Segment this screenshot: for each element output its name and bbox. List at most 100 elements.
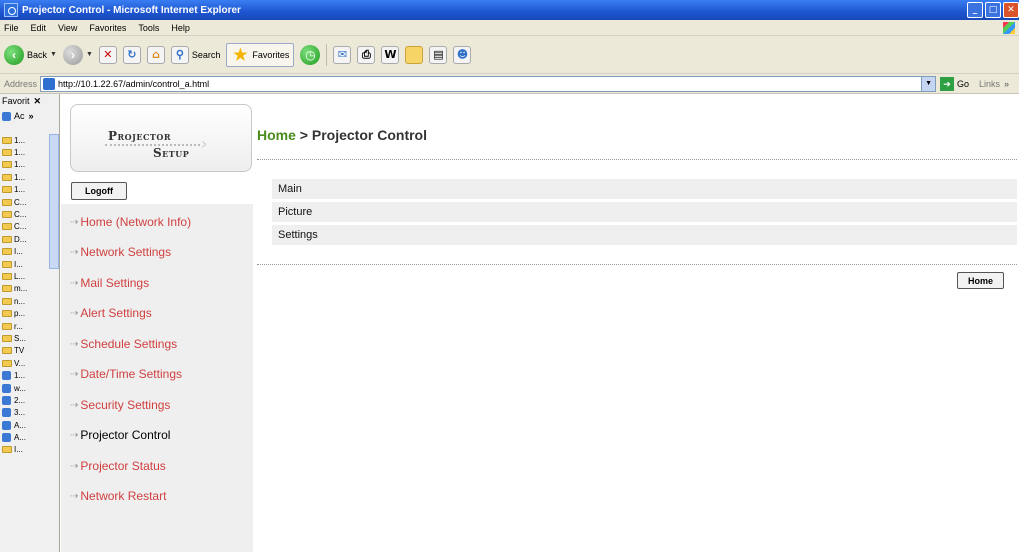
address-dropdown-icon[interactable]: ▼ — [921, 76, 936, 91]
go-button[interactable]: ➔ Go — [940, 76, 969, 91]
list-item[interactable]: TV — [0, 345, 60, 357]
links-button[interactable]: Links» — [979, 79, 1009, 89]
sidebar-nav: ⇢ Home (Network Info) ⇢ Network Settings ⇢… — [61, 204, 253, 552]
sidebar-item-label: Home (Network Info) — [80, 215, 192, 229]
list-item-label: TV — [14, 346, 25, 356]
list-item-label: 1... — [14, 371, 26, 381]
menu-favorites[interactable]: Favorites — [89, 23, 126, 33]
sidebar-item-projector-control[interactable]: ⇢ Projector Control — [70, 426, 170, 444]
sidebar-item-network-settings[interactable]: ⇢ Network Settings — [70, 243, 171, 261]
sidebar-item-alert-settings[interactable]: ⇢ Alert Settings — [70, 304, 152, 322]
print-icon[interactable]: ⎙ — [357, 45, 376, 64]
sidebar-item-network-restart[interactable]: ⇢ Network Restart — [70, 487, 166, 505]
list-item[interactable]: w... — [0, 382, 60, 394]
close-button[interactable]: ✕ — [1003, 2, 1019, 18]
mail-icon[interactable]: ✉ — [333, 45, 352, 64]
control-menu-settings[interactable]: Settings — [272, 225, 1017, 245]
list-item[interactable]: 2... — [0, 394, 60, 406]
favorites-label: Favorites — [252, 49, 290, 60]
sidebar-item-mail-settings[interactable]: ⇢ Mail Settings — [70, 274, 149, 292]
back-button[interactable]: ‹ Back ▼ — [4, 44, 57, 65]
arrow-right-icon: ⇢ — [70, 490, 79, 502]
breadcrumb-home-link[interactable]: Home — [257, 127, 296, 143]
menu-help[interactable]: Help — [171, 23, 190, 33]
list-item[interactable]: L... — [0, 270, 60, 282]
folder-icon — [2, 149, 12, 157]
folder-icon — [2, 446, 12, 454]
forward-button[interactable]: › ▼ — [62, 44, 93, 65]
list-item-label: S... — [14, 333, 27, 343]
favorites-scrollbar[interactable] — [49, 134, 59, 269]
sidebar-item-datetime-settings[interactable]: ⇢ Date/Time Settings — [70, 365, 182, 383]
logoff-button[interactable]: Logoff — [71, 182, 127, 200]
maximize-button[interactable]: □ — [985, 2, 1001, 18]
list-item-label: 3... — [14, 408, 26, 418]
add-favorite-button[interactable]: Ac » — [0, 108, 59, 124]
sidebar-item-projector-status[interactable]: ⇢ Projector Status — [70, 457, 166, 475]
home-button[interactable]: Home — [957, 272, 1004, 289]
folder-icon — [2, 248, 12, 256]
page-icon — [2, 408, 11, 418]
list-item[interactable]: r... — [0, 320, 60, 332]
home-icon[interactable]: ⌂ — [146, 45, 165, 64]
sidebar-item-label: Network Restart — [80, 489, 167, 503]
sidebar-item-label: Schedule Settings — [80, 337, 178, 351]
folder-icon — [2, 223, 12, 231]
sidebar-item-label: Date/Time Settings — [80, 367, 182, 381]
list-item[interactable]: A... — [0, 431, 60, 443]
chevron-right-icon: » — [28, 111, 34, 121]
list-item[interactable]: 1... — [0, 369, 60, 381]
folder-icon — [2, 347, 12, 355]
ie-app-icon — [4, 3, 18, 17]
control-menu-picture[interactable]: Picture — [272, 202, 1017, 222]
list-item[interactable]: S... — [0, 332, 60, 344]
sidebar-item-security-settings[interactable]: ⇢ Security Settings — [70, 396, 170, 414]
stop-icon[interactable]: ✕ — [98, 45, 117, 64]
add-favorite-label: Ac — [14, 111, 25, 121]
list-item[interactable]: n... — [0, 295, 60, 307]
arrow-right-icon: ⇢ — [70, 246, 79, 258]
list-item[interactable]: V... — [0, 357, 60, 369]
edit-icon[interactable]: W — [381, 45, 400, 64]
page-icon — [2, 395, 11, 405]
sidebar-item-home[interactable]: ⇢ Home (Network Info) — [70, 213, 191, 231]
list-item[interactable]: I... — [0, 444, 60, 456]
address-input[interactable]: http://10.1.22.67/admin/control_a.html ▼ — [40, 75, 937, 92]
list-item-label: 1... — [14, 135, 26, 145]
arrow-right-icon: ⇢ — [70, 429, 79, 441]
menu-bar: File Edit View Favorites Tools Help — [0, 20, 1019, 36]
favorites-pane-title: Favorit — [2, 96, 30, 106]
menu-edit[interactable]: Edit — [31, 23, 47, 33]
favorites-button[interactable]: ★ Favorites — [226, 42, 295, 67]
folder-icon[interactable] — [405, 45, 424, 64]
page-icon — [2, 383, 11, 393]
menu-file[interactable]: File — [4, 23, 19, 33]
list-item[interactable]: 3... — [0, 407, 60, 419]
search-button[interactable]: ⚲ Search — [170, 45, 220, 64]
research-icon[interactable]: ▤ — [429, 45, 448, 64]
forward-dropdown-icon[interactable]: ▼ — [86, 51, 93, 58]
folder-icon — [2, 359, 12, 367]
sidebar-item-schedule-settings[interactable]: ⇢ Schedule Settings — [70, 335, 177, 353]
control-menu-main[interactable]: Main — [272, 179, 1017, 199]
list-item[interactable]: p... — [0, 307, 60, 319]
sidebar-item-label: Security Settings — [80, 398, 171, 412]
favorites-pane: Favorit ✕ Ac » 1... 1... 1... 1... 1... … — [0, 94, 60, 552]
menu-tools[interactable]: Tools — [138, 23, 159, 33]
history-icon[interactable]: ◷ — [300, 44, 321, 65]
window-title: Projector Control - Microsoft Internet E… — [22, 4, 241, 16]
back-arrow-icon: ‹ — [4, 44, 24, 65]
minimize-button[interactable]: _ — [967, 2, 983, 18]
list-item[interactable]: A... — [0, 419, 60, 431]
refresh-icon[interactable]: ↻ — [122, 45, 141, 64]
menu-view[interactable]: View — [58, 23, 77, 33]
list-item[interactable]: m... — [0, 283, 60, 295]
messenger-icon[interactable]: ☻ — [453, 45, 472, 64]
forward-arrow-icon: › — [62, 44, 83, 65]
list-item-label: I... — [14, 445, 23, 455]
arrow-right-icon: ⇢ — [70, 277, 79, 289]
back-dropdown-icon[interactable]: ▼ — [50, 51, 57, 58]
close-pane-icon[interactable]: ✕ — [34, 96, 42, 107]
list-item-label: r... — [14, 321, 23, 331]
list-item-label: L... — [14, 271, 26, 281]
